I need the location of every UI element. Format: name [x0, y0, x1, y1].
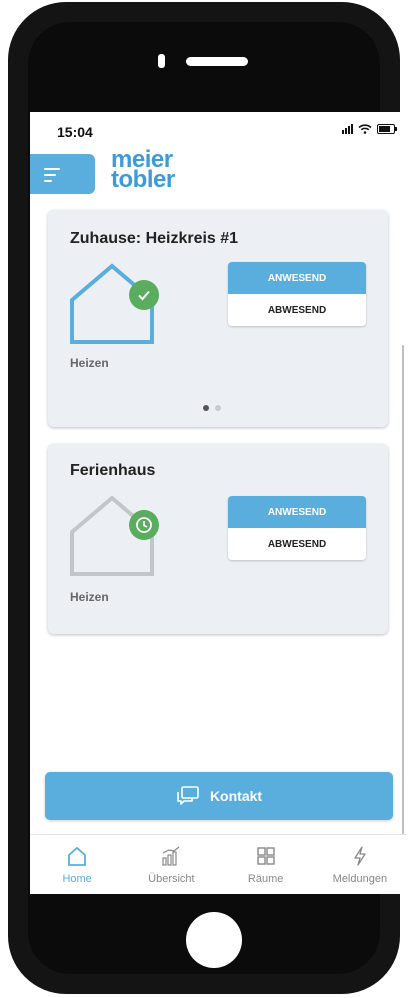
- cellular-signal-icon: [342, 124, 353, 134]
- wifi-icon: [358, 124, 372, 134]
- logo-line2: tobler: [111, 166, 175, 193]
- page-dot[interactable]: [215, 405, 221, 411]
- contact-label: Kontakt: [209, 788, 263, 804]
- abwesend-button[interactable]: ABWESEND: [228, 294, 366, 326]
- anwesend-button[interactable]: ANWESEND: [228, 496, 366, 528]
- scrollbar[interactable]: [402, 345, 404, 838]
- brand-logo: meier tobler: [111, 148, 175, 193]
- main-content: Zuhause: Heizkreis #1 ANWESEND ABWESEND …: [30, 204, 407, 774]
- tab-raeume[interactable]: Räume: [219, 835, 313, 894]
- grid-icon: [256, 847, 275, 865]
- status-bar: 15:04: [30, 112, 407, 148]
- tab-label: Meldungen: [332, 873, 388, 885]
- tab-uebersicht[interactable]: Übersicht: [124, 835, 218, 894]
- app-screen: 15:04 meier tobler Zuhause: Heizkreis #1…: [30, 112, 407, 894]
- tab-home[interactable]: Home: [30, 835, 124, 894]
- heating-card-1[interactable]: Zuhause: Heizkreis #1 ANWESEND ABWESEND …: [48, 210, 388, 427]
- bottom-tab-bar: Home Übersicht Räume Meldungen: [30, 834, 407, 894]
- home-hardware-button[interactable]: [186, 912, 242, 968]
- status-time: 15:04: [57, 124, 93, 140]
- clock-icon: [129, 510, 159, 540]
- status-icons: [342, 124, 397, 134]
- presence-toggle: ANWESEND ABWESEND: [228, 262, 366, 326]
- chat-bubbles-icon: [177, 786, 199, 805]
- tab-meldungen[interactable]: Meldungen: [313, 835, 407, 894]
- page-indicator[interactable]: [203, 405, 221, 411]
- menu-button[interactable]: [30, 154, 95, 194]
- tab-label: Räume: [247, 873, 284, 885]
- card-title: Ferienhaus: [70, 462, 156, 479]
- earpiece-speaker: [186, 57, 248, 66]
- front-camera: [158, 54, 165, 68]
- home-icon: [68, 846, 87, 866]
- check-icon: [129, 280, 159, 310]
- mode-label: Heizen: [70, 590, 109, 604]
- app-header: meier tobler: [30, 148, 407, 200]
- tab-label: Home: [62, 873, 92, 885]
- lightning-icon: [354, 846, 366, 866]
- bar-chart-icon: [162, 846, 180, 866]
- card-title: Zuhause: Heizkreis #1: [70, 230, 239, 247]
- anwesend-button[interactable]: ANWESEND: [228, 262, 366, 294]
- presence-toggle: ANWESEND ABWESEND: [228, 496, 366, 560]
- mode-label: Heizen: [70, 356, 109, 370]
- contact-button[interactable]: Kontakt: [45, 772, 393, 820]
- hamburger-icon: [44, 168, 60, 186]
- page-dot-active[interactable]: [203, 405, 209, 411]
- battery-icon: [377, 124, 397, 134]
- heating-card-2[interactable]: Ferienhaus ANWESEND ABWESEND Heizen: [48, 444, 388, 634]
- tab-label: Übersicht: [148, 873, 195, 885]
- abwesend-button[interactable]: ABWESEND: [228, 528, 366, 560]
